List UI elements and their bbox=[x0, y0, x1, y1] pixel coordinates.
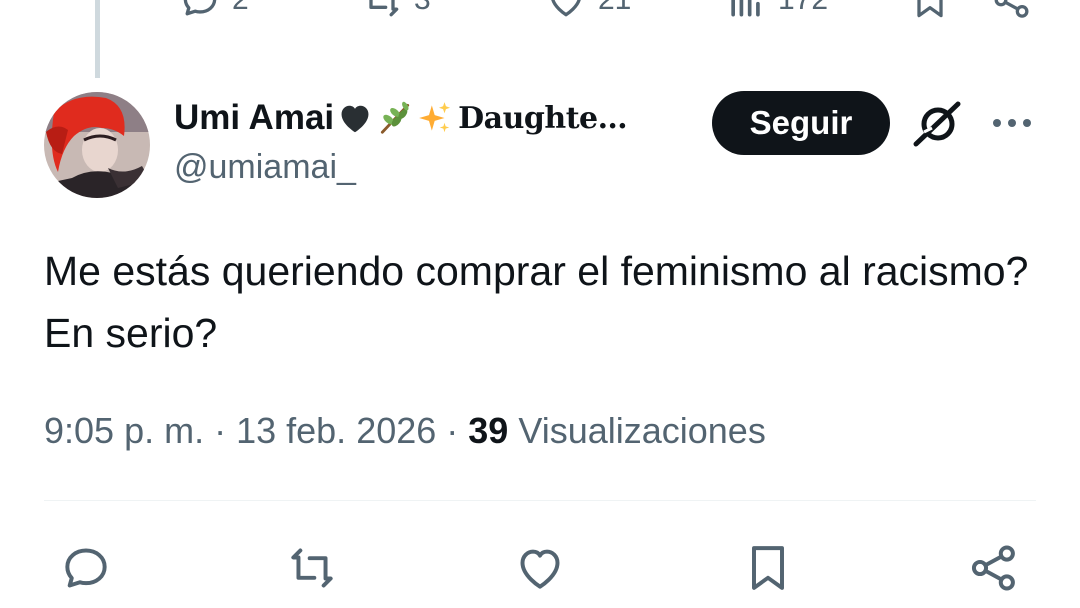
views-icon bbox=[731, 0, 760, 17]
grok-icon[interactable] bbox=[912, 100, 962, 148]
sparkles-icon bbox=[419, 102, 451, 133]
tweet-time[interactable]: 9:05 p. m. bbox=[44, 410, 204, 451]
author-name-truncated-suffix: Daughte… bbox=[458, 100, 628, 136]
bookmark-icon bbox=[752, 546, 784, 590]
views-count: 39 bbox=[468, 410, 509, 451]
prev-retweet-count: 3 bbox=[414, 0, 431, 17]
prev-share-button[interactable] bbox=[990, 0, 1034, 22]
reply-icon bbox=[65, 548, 107, 588]
author-handle[interactable]: @umiamai_ bbox=[174, 148, 356, 187]
tweet-metadata: 9:05 p. m. · 13 feb. 2026 · 39 Visualiza… bbox=[44, 410, 766, 452]
share-icon bbox=[971, 545, 1015, 591]
meta-separator: · bbox=[436, 410, 469, 451]
like-icon bbox=[520, 549, 560, 589]
follow-button[interactable]: Seguir bbox=[712, 91, 890, 155]
prev-reply-button[interactable]: 2 bbox=[178, 0, 249, 22]
name-emojis bbox=[336, 99, 454, 137]
meta-separator: · bbox=[204, 410, 237, 451]
prev-like-button[interactable]: 21 bbox=[544, 0, 631, 22]
bookmark-icon bbox=[917, 0, 943, 18]
views-label: Visualizaciones bbox=[518, 410, 766, 451]
black-heart-icon bbox=[341, 105, 369, 133]
herb-branch-icon bbox=[381, 101, 410, 134]
share-button[interactable] bbox=[966, 540, 1022, 596]
like-icon bbox=[551, 0, 581, 17]
author-name-row[interactable]: Umi Amai Daughte… bbox=[174, 96, 628, 140]
tweet-date[interactable]: 13 feb. 2026 bbox=[236, 410, 436, 451]
prev-like-count: 21 bbox=[598, 0, 631, 17]
retweet-icon bbox=[369, 0, 399, 17]
tweet-text: Me estás queriendo comprar el feminismo … bbox=[44, 248, 1029, 356]
bookmark-button[interactable] bbox=[740, 540, 796, 596]
prev-bookmark-button[interactable] bbox=[908, 0, 952, 22]
retweet-button[interactable] bbox=[284, 540, 340, 596]
share-icon bbox=[994, 0, 1029, 18]
thread-connector-line bbox=[95, 0, 100, 78]
prev-views-button[interactable]: 172 bbox=[724, 0, 828, 22]
prev-reply-count: 2 bbox=[232, 0, 249, 17]
prev-views-count: 172 bbox=[778, 0, 828, 17]
reply-button[interactable] bbox=[58, 540, 114, 596]
author-display-name: Umi Amai bbox=[174, 98, 335, 137]
prev-retweet-button[interactable]: 3 bbox=[360, 0, 431, 22]
more-options-icon[interactable] bbox=[990, 116, 1034, 130]
avatar-image bbox=[44, 92, 150, 198]
like-button[interactable] bbox=[512, 540, 568, 596]
previous-tweet-action-bar: 2 3 21 172 bbox=[0, 0, 1080, 26]
divider bbox=[44, 500, 1036, 501]
avatar[interactable] bbox=[44, 92, 150, 198]
retweet-icon bbox=[291, 548, 333, 588]
reply-icon bbox=[183, 0, 217, 16]
